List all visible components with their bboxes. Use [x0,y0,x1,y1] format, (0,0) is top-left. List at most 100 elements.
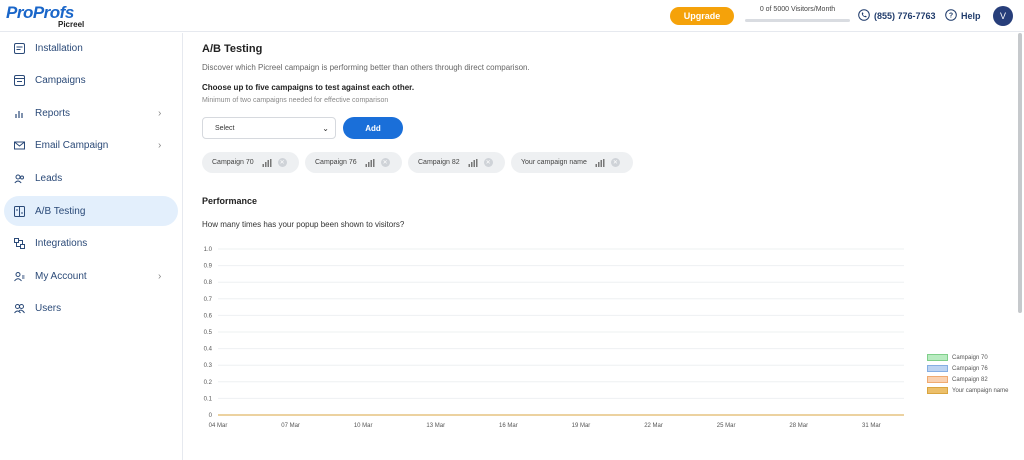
sidebar-item-label: Integrations [35,237,88,249]
sidebar-item-campaigns[interactable]: Campaigns [4,65,178,95]
close-icon[interactable]: ✕ [610,158,620,167]
chevron-right-icon: › [158,139,162,151]
campaign-chip: Your campaign name ✕ [511,152,633,173]
page-title: A/B Testing [202,43,263,55]
svg-text:?: ? [949,13,953,20]
phone-number: (855) 776-7763 [874,11,936,21]
leads-icon [13,172,25,184]
sidebar-item-ab-testing[interactable]: A/B Testing [4,196,178,226]
legend-swatch [927,354,948,361]
upgrade-button[interactable]: Upgrade [670,7,734,25]
y-tick-label: 0 [209,413,213,419]
x-tick-label: 31 Mar [862,423,881,429]
performance-chart-svg: 1.0 0.9 0.8 0.7 0.6 0.5 0.4 0.3 0.2 0.1 0 04 Mar 07 … [204,247,904,429]
choose-campaigns-hint: Minimum of two campaigns needed for effe… [202,97,389,104]
x-tick-label: 28 Mar [789,423,808,429]
y-tick-label: 1.0 [204,247,213,253]
performance-title: Performance [202,196,258,206]
campaign-select[interactable]: Select ⌄ [202,117,336,139]
visitors-progress-bar [745,19,850,22]
performance-chart: 1.0 0.9 0.8 0.7 0.6 0.5 0.4 0.3 0.2 0.1 0 04 Mar 07 … [202,239,1014,460]
y-tick-label: 0.4 [204,347,213,353]
phone-contact[interactable]: (855) 776-7763 [858,9,936,23]
x-tick-label: 16 Mar [499,423,518,429]
sidebar-item-label: Reports [35,107,71,119]
visitors-text: 0 of 5000 Visitors/Month [759,6,836,13]
x-tick-label: 13 Mar [426,423,445,429]
y-tick-label: 0.5 [204,330,213,336]
choose-campaigns-title: Choose up to five campaigns to test agai… [202,83,415,92]
y-tick-label: 0.1 [204,396,213,402]
add-button[interactable]: Add [343,117,403,139]
close-icon[interactable]: ✕ [380,158,390,167]
chip-label: Campaign 70 [212,159,254,166]
x-tick-label: 07 Mar [281,423,300,429]
sidebar-item-my-account[interactable]: My Account › [4,261,178,291]
email-icon [13,139,25,151]
x-tick-label: 04 Mar [209,423,228,429]
ab-testing-icon [13,205,25,217]
legend-label: Campaign 70 [952,354,988,361]
sidebar-item-label: My Account [35,270,87,282]
legend-item[interactable]: Campaign 82 [927,374,1024,385]
y-tick-label: 0.3 [204,363,213,369]
campaign-select-value: Select [215,124,235,132]
sidebar-item-label: A/B Testing [35,205,86,217]
legend-item[interactable]: Campaign 76 [927,363,1024,374]
x-tick-label: 25 Mar [717,423,736,429]
y-tick-label: 0.8 [204,280,213,286]
reports-icon [13,107,25,119]
main-content: A/B Testing Discover which Picreel campa… [184,33,1014,460]
sidebar-item-label: Campaigns [35,74,86,86]
account-icon [13,270,25,282]
chart-icon[interactable] [595,158,605,167]
close-icon[interactable]: ✕ [277,158,287,167]
chart-icon[interactable] [262,158,272,167]
legend-swatch [927,387,948,394]
sidebar: Installation Campaigns Reports › Email C… [0,33,183,460]
visitors-usage: 0 of 5000 Visitors/Month [745,6,850,26]
legend-swatch [927,376,948,383]
top-header: ProProfs Picreel Upgrade 0 of 5000 Visit… [0,0,1024,32]
avatar[interactable]: V [993,6,1013,26]
chip-label: Your campaign name [521,159,587,166]
proprofs-logo[interactable]: ProProfs Picreel [6,3,86,29]
x-tick-label: 19 Mar [572,423,591,429]
chart-icon[interactable] [468,158,478,167]
integrations-icon [13,237,25,249]
chart-icon[interactable] [365,158,375,167]
chevron-right-icon: › [158,107,162,119]
y-tick-label: 0.6 [204,313,213,319]
legend-item[interactable]: Your campaign name [927,385,1024,396]
legend-label: Campaign 82 [952,376,988,383]
help-link[interactable]: ? Help [945,9,981,23]
y-tick-label: 0.2 [204,380,213,386]
sidebar-item-label: Email Campaign [35,139,109,151]
close-icon[interactable]: ✕ [483,158,493,167]
sidebar-item-label: Installation [35,42,83,54]
help-icon: ? [945,9,957,23]
installation-icon [13,42,25,54]
sidebar-item-reports[interactable]: Reports › [4,98,178,128]
campaign-chip: Campaign 76 ✕ [305,152,402,173]
page-scrollbar[interactable] [1018,33,1022,313]
legend-label: Your campaign name [952,387,1009,394]
x-tick-label: 10 Mar [354,423,373,429]
sidebar-item-leads[interactable]: Leads [4,163,178,193]
performance-question: How many times has your popup been shown… [202,220,405,229]
sidebar-item-installation[interactable]: Installation [4,33,178,63]
sidebar-item-users[interactable]: Users [4,293,178,323]
y-tick-label: 0.9 [204,264,213,270]
users-icon [13,302,25,314]
campaigns-icon [13,74,25,86]
phone-icon [858,9,870,23]
legend-label: Campaign 76 [952,365,988,372]
logo-sub: Picreel [58,20,85,29]
sidebar-item-email-campaign[interactable]: Email Campaign › [4,130,178,160]
chart-legend: Campaign 70 Campaign 76 Campaign 82 Your ca… [927,352,1024,396]
chip-label: Campaign 82 [418,159,460,166]
sidebar-item-integrations[interactable]: Integrations [4,228,178,258]
chip-label: Campaign 76 [315,159,357,166]
legend-swatch [927,365,948,372]
legend-item[interactable]: Campaign 70 [927,352,1024,363]
